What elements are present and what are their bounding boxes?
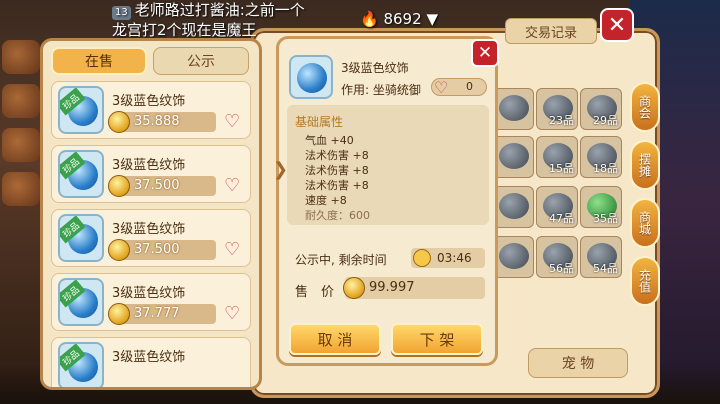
attr-title: 基础属性 [295,115,344,129]
list-item[interactable]: 珍品 3级蓝色纹饰 37.500 ♡ [51,209,251,267]
item-slot[interactable]: 29品 [580,88,622,130]
detail-item-name: 3级蓝色纹饰 [341,61,409,75]
flame-icon: 🔥 [360,10,379,28]
ornament-icon: 珍品 [58,150,104,198]
ornament-icon: 珍品 [58,86,104,134]
favorite-heart-icon: ♡ [434,78,449,97]
attr-row: 气血 +40 [305,134,354,147]
heat-counter[interactable]: 🔥 8692 ▼ [360,10,438,28]
item-name: 3级蓝色纹饰 [112,350,186,365]
sale-list-panel: 在售 公示 珍品 3级蓝色纹饰 35.888 ♡ 珍品 3级蓝色纹饰 37.50… [40,38,262,390]
favorite-count: 0 [466,80,473,93]
detail-price: 99.997 [343,277,485,299]
coin-icon [108,239,130,261]
cancel-button[interactable]: 取 消 [289,323,381,355]
item-name: 3级蓝色纹饰 [112,286,186,301]
side-button-stall[interactable]: 摆摊 [630,140,660,190]
item-slot[interactable] [492,88,534,130]
item-price: 35.888 [134,114,180,129]
hud-icon[interactable] [2,40,40,74]
delist-button[interactable]: 下 架 [391,323,483,355]
item-slot[interactable]: 18品 [580,136,622,178]
item-slot[interactable]: 54品 [580,236,622,278]
side-button-mall[interactable]: 商城 [630,198,660,248]
tab-public[interactable]: 公示 [153,47,249,75]
coin-icon [108,175,130,197]
tab-on-sale[interactable]: 在售 [51,47,147,75]
list-item[interactable]: 珍品 3级蓝色纹饰 37.777 ♡ [51,273,251,331]
ornament-icon: 珍品 [58,342,104,387]
detail-close-button[interactable]: ✕ [471,39,499,67]
item-slot[interactable]: 23品 [536,88,578,130]
sale-list[interactable]: 珍品 3级蓝色纹饰 35.888 ♡ 珍品 3级蓝色纹饰 37.500 ♡ 珍品… [51,81,251,387]
item-slot[interactable]: 15品 [536,136,578,178]
side-button-recharge[interactable]: 充值 [630,256,660,306]
price-label: 售 价 [295,285,335,300]
pet-button[interactable]: 宠 物 [528,348,628,378]
ornament-icon: 珍品 [58,278,104,326]
tab-trade-records[interactable]: 交易记录 [505,18,597,44]
chat-line-1: 老师路过打酱油:之前一个 [134,1,305,19]
item-slot[interactable]: 56品 [536,236,578,278]
favorite-heart-icon[interactable]: ♡ [224,113,244,131]
attr-row: 法术伤害 +8 [305,149,369,162]
attribute-box[interactable]: 基础属性 气血 +40 法术伤害 +8 法术伤害 +8 法术伤害 +8 速度 +… [287,105,489,225]
ornament-icon [289,55,333,99]
status-text: 公示中, 剩余时间 [295,253,387,267]
detail-use: 作用: 坐骑统御 [341,83,421,97]
clock-icon [413,249,431,267]
trade-close-button[interactable]: ✕ [600,8,634,42]
item-slot[interactable] [492,186,534,228]
hud-icon[interactable] [2,84,40,118]
list-item[interactable]: 珍品 3级蓝色纹饰 [51,337,251,387]
favorite-heart-icon[interactable]: ♡ [224,241,244,259]
item-slot[interactable] [492,236,534,278]
item-name: 3级蓝色纹饰 [112,222,186,237]
favorite-heart-icon[interactable]: ♡ [224,177,244,195]
hud-icon[interactable] [2,172,40,206]
chevron-down-icon[interactable]: ▼ [426,10,438,28]
item-price: 37.777 [134,306,180,321]
attr-row: 法术伤害 +8 [305,164,369,177]
detail-favorite[interactable]: ♡ 0 [431,78,487,97]
item-name: 3级蓝色纹饰 [112,158,186,173]
attr-row: 耐久度：600 [305,209,370,222]
coin-icon [343,277,365,299]
coin-icon [108,303,130,325]
item-price: 37.500 [134,178,180,193]
player-level-badge: 13 [112,6,131,20]
item-slot[interactable] [492,136,534,178]
left-hud-icons [0,40,44,360]
item-name: 3级蓝色纹饰 [112,94,186,109]
hud-icon[interactable] [2,128,40,162]
ornament-icon: 珍品 [58,214,104,262]
side-button-guild-shop[interactable]: 商会 [630,82,660,132]
heat-value: 8692 [383,10,422,28]
attr-row: 速度 +8 [305,194,347,207]
attr-row: 法术伤害 +8 [305,179,369,192]
chevron-right-icon: ❯ [273,159,289,180]
item-price: 37.500 [134,242,180,257]
item-slot[interactable]: 47品 [536,186,578,228]
item-slot[interactable]: 35品 [580,186,622,228]
item-detail-popup: 3级蓝色纹饰 作用: 坐骑统御 ♡ 0 ✕ 基础属性 气血 +40 法术伤害 +… [273,36,499,366]
favorite-heart-icon[interactable]: ♡ [224,305,244,323]
list-item[interactable]: 珍品 3级蓝色纹饰 37.500 ♡ [51,145,251,203]
list-item[interactable]: 珍品 3级蓝色纹饰 35.888 ♡ [51,81,251,139]
coin-icon [108,111,130,133]
time-left: 03:46 [411,248,485,268]
